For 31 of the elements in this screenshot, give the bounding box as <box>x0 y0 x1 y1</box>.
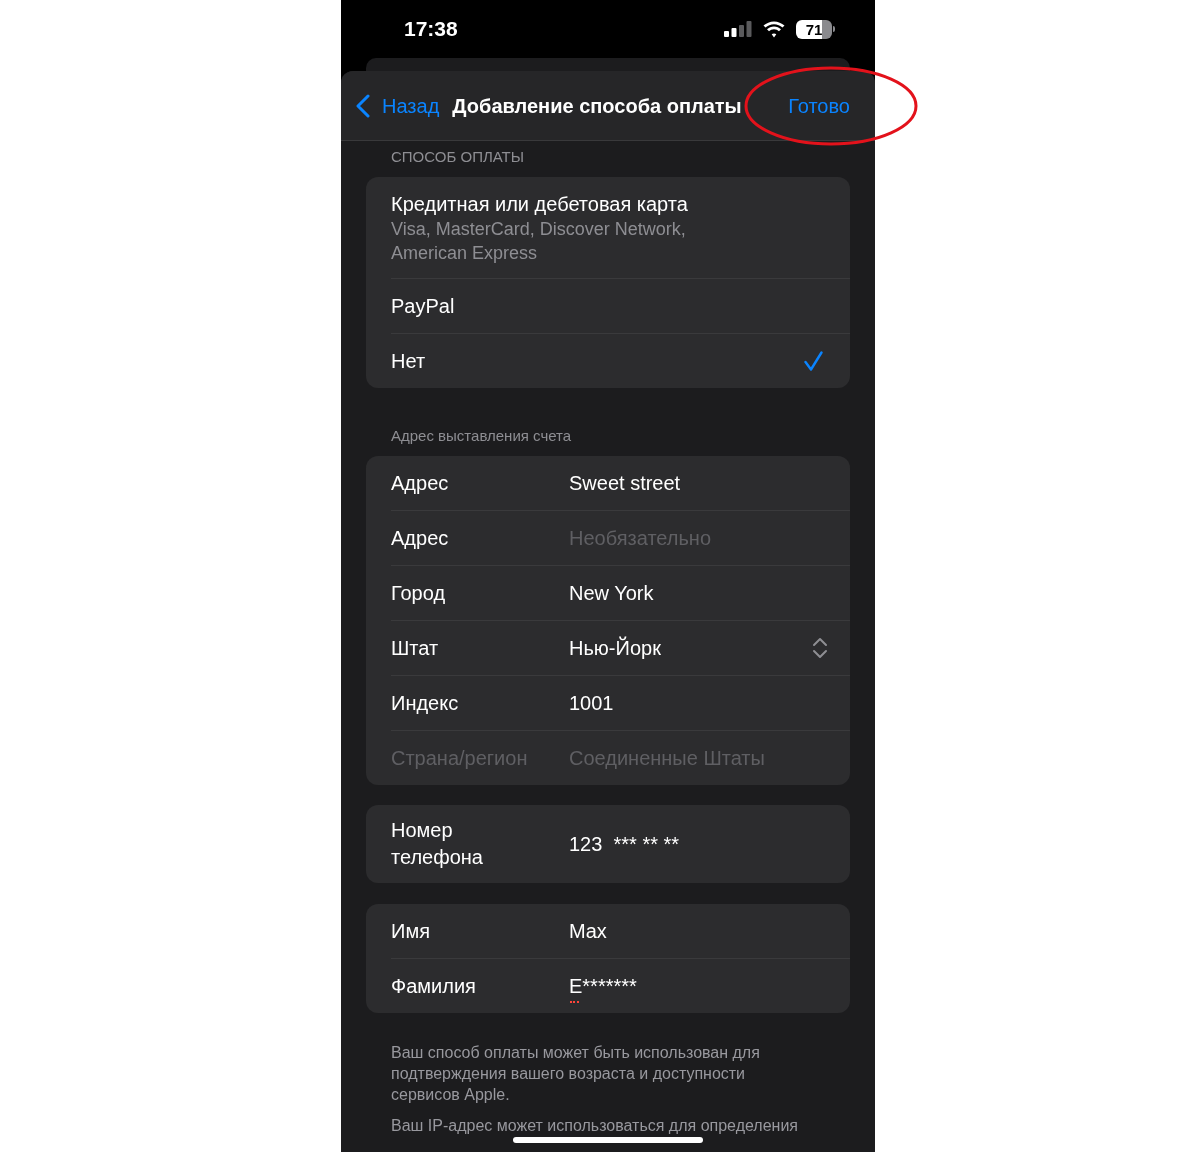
section-header: СПОСОБ ОПЛАТЫ <box>390 148 526 166</box>
status-time: 17:38 <box>404 16 458 42</box>
payment-option[interactable]: Нет <box>391 334 850 388</box>
section-header: Адрес выставления счета <box>390 427 573 445</box>
battery-indicator: 71 <box>796 19 835 39</box>
wifi-icon <box>762 20 786 38</box>
text-field[interactable]: Max <box>569 919 607 943</box>
up-down-chevron-icon[interactable] <box>812 637 828 659</box>
cellular-signal-icon <box>724 21 752 37</box>
field-label: Индекс <box>391 691 460 715</box>
field-label: Город <box>391 581 447 605</box>
field-label: Адрес <box>391 471 450 495</box>
payment-option[interactable]: PayPal <box>391 279 850 333</box>
field-label: Фамилия <box>391 974 477 998</box>
text-field[interactable]: E******* <box>569 974 637 998</box>
field-label: Номер телефона <box>391 818 484 870</box>
chevron-left-icon <box>356 93 370 118</box>
footer-note: Ваш IP-адрес может использоваться для определения <box>390 1116 799 1136</box>
text-field[interactable]: Sweet street <box>569 471 681 495</box>
footer-note: Ваш способ оплаты может быть использован для подтверждения вашего возраста и доступности сервисов Apple. <box>390 1043 761 1105</box>
text-field[interactable]: 1001 <box>569 691 614 715</box>
text-field[interactable]: New York <box>569 581 654 605</box>
field-label: Имя <box>391 919 431 943</box>
text-field[interactable]: Нью-Йорк <box>569 636 661 660</box>
payment-option[interactable]: Кредитная или дебетовая карта Visa, MasterCard, Discover Network, American Express <box>391 177 850 278</box>
screen-title: Добавление способа оплаты <box>452 93 742 118</box>
done-button[interactable]: Готово <box>788 93 850 118</box>
field-label: Адрес <box>391 526 450 550</box>
back-button[interactable]: Назад <box>356 93 440 118</box>
text-field[interactable]: 123 *** ** ** <box>569 832 680 856</box>
field-label: Штат <box>391 636 440 660</box>
